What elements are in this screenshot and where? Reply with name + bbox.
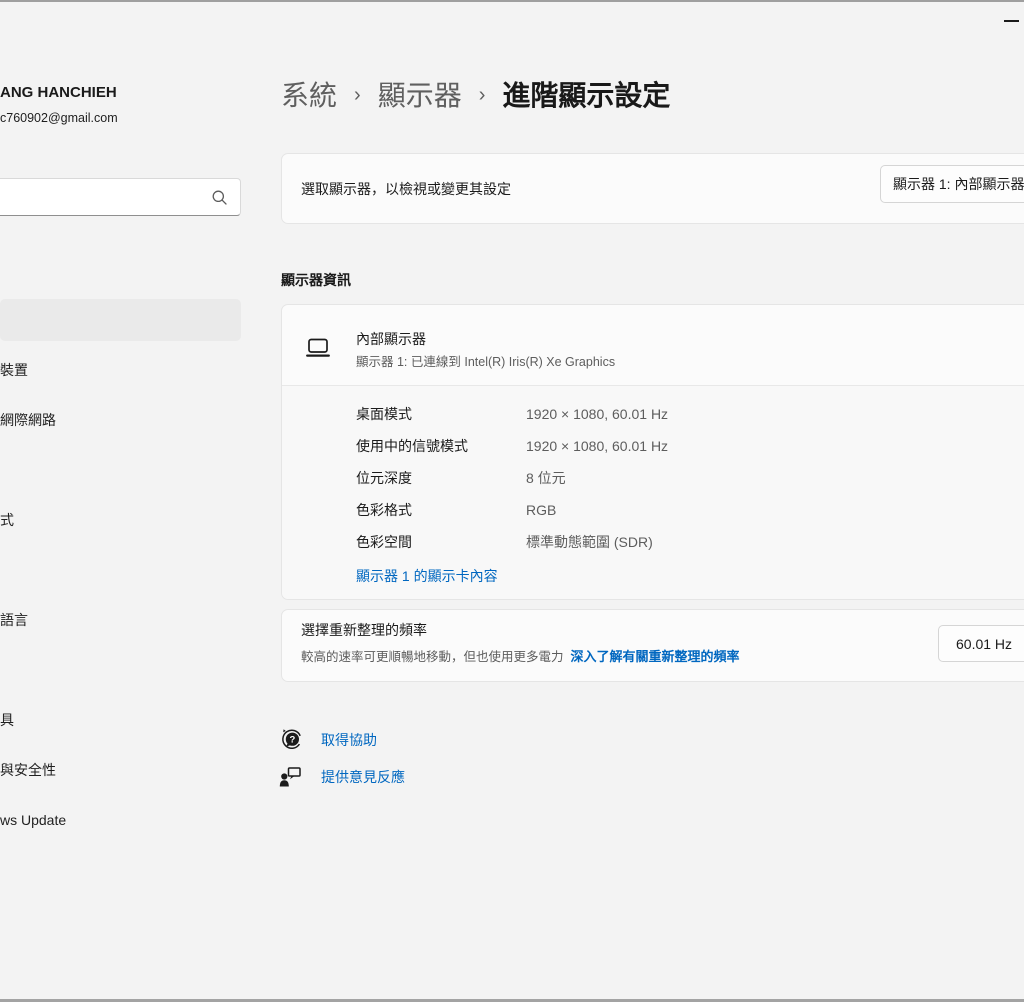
display-details: 桌面模式 1920 × 1080, 60.01 Hz 使用中的信號模式 1920… xyxy=(282,385,1024,599)
svg-text:?: ? xyxy=(289,735,295,746)
detail-label: 色彩格式 xyxy=(356,500,526,520)
table-row: 使用中的信號模式 1920 × 1080, 60.01 Hz xyxy=(356,430,1024,462)
search-icon xyxy=(212,190,227,205)
refresh-rate-learn-more-link[interactable]: 深入了解有關重新整理的頻率 xyxy=(571,649,740,664)
sidebar-item-personalization[interactable] xyxy=(0,449,241,491)
detail-label: 桌面模式 xyxy=(356,404,526,424)
detail-value: 8 位元 xyxy=(526,468,566,488)
detail-label: 色彩空間 xyxy=(356,532,526,552)
minimize-button[interactable] xyxy=(996,10,1024,32)
internal-display-subtitle: 顯示器 1: 已連線到 Intel(R) Iris(R) Xe Graphics xyxy=(356,351,615,370)
internal-display-title: 內部顯示器 xyxy=(356,329,426,349)
display-info-header: 內部顯示器 顯示器 1: 已連線到 Intel(R) Iris(R) Xe Gr… xyxy=(282,305,1024,385)
settings-search-box[interactable] xyxy=(0,178,241,216)
detail-label: 使用中的信號模式 xyxy=(356,436,526,456)
sidebar-item-apps[interactable]: 式 xyxy=(0,499,241,541)
detail-value: 標準動態範圍 (SDR) xyxy=(526,532,653,552)
breadcrumb-system[interactable]: 系統 xyxy=(281,74,337,114)
detail-value: 1920 × 1080, 60.01 Hz xyxy=(526,406,668,422)
user-name: ANG HANCHIEH xyxy=(0,84,117,101)
chevron-right-icon: › xyxy=(479,82,486,107)
refresh-rate-dropdown[interactable]: 60.01 Hz xyxy=(938,625,1024,662)
detail-label: 位元深度 xyxy=(356,468,526,488)
breadcrumb: 系統 › 顯示器 › 進階顯示設定 xyxy=(281,72,670,116)
sidebar-item-accounts[interactable] xyxy=(0,549,241,591)
laptop-display-icon xyxy=(306,337,330,358)
sidebar-item-system[interactable] xyxy=(0,299,241,341)
sidebar-item-windows-update[interactable]: ws Update xyxy=(0,799,241,841)
refresh-rate-description: 較高的速率可更順暢地移動，但也使用更多電力深入了解有關重新整理的頻率 xyxy=(301,646,740,665)
table-row: 色彩格式 RGB xyxy=(356,494,1024,526)
table-row: 位元深度 8 位元 xyxy=(356,462,1024,494)
get-help-link[interactable]: ? 取得協助 xyxy=(279,728,377,751)
select-display-label: 選取顯示器，以檢視或變更其設定 xyxy=(301,179,511,199)
detail-value: 1920 × 1080, 60.01 Hz xyxy=(526,438,668,454)
user-email: c760902@gmail.com xyxy=(0,111,118,125)
detail-value: RGB xyxy=(526,502,556,518)
sidebar-item-network-internet[interactable]: 網際網路 xyxy=(0,399,241,441)
help-question-bubble-icon: ? xyxy=(279,728,302,751)
sidebar-item-gaming[interactable] xyxy=(0,649,241,691)
settings-window: ANG HANCHIEH c760902@gmail.com 裝置 網際網路 式… xyxy=(0,0,1024,1002)
table-row: 桌面模式 1920 × 1080, 60.01 Hz xyxy=(356,398,1024,430)
refresh-rate-card: 選擇重新整理的頻率 較高的速率可更順暢地移動，但也使用更多電力深入了解有關重新整… xyxy=(281,609,1024,682)
settings-search-input[interactable] xyxy=(6,179,196,215)
page-title: 進階顯示設定 xyxy=(502,74,670,114)
table-row: 色彩空間 標準動態範圍 (SDR) xyxy=(356,526,1024,558)
sidebar-item-bluetooth-devices[interactable]: 裝置 xyxy=(0,349,241,391)
display-adapter-properties-link[interactable]: 顯示器 1 的顯示卡內容 xyxy=(356,560,1024,592)
sidebar-item-time-language[interactable]: 語言 xyxy=(0,599,241,641)
sidebar-item-privacy-security[interactable]: 與安全性 xyxy=(0,749,241,791)
give-feedback-link[interactable]: 提供意見反應 xyxy=(279,766,405,788)
window-top-edge xyxy=(0,0,1024,2)
display-info-section-title: 顯示器資訊 xyxy=(281,270,351,290)
chevron-right-icon: › xyxy=(354,82,361,107)
breadcrumb-display[interactable]: 顯示器 xyxy=(378,74,462,114)
sidebar-item-accessibility[interactable]: 具 xyxy=(0,699,241,741)
display-info-card: 內部顯示器 顯示器 1: 已連線到 Intel(R) Iris(R) Xe Gr… xyxy=(281,304,1024,600)
minimize-dash-icon xyxy=(1004,20,1019,23)
display-selector-dropdown[interactable]: 顯示器 1: 內部顯示器 xyxy=(880,165,1024,203)
person-speech-bubble-icon xyxy=(279,766,302,788)
refresh-rate-title: 選擇重新整理的頻率 xyxy=(301,620,427,640)
